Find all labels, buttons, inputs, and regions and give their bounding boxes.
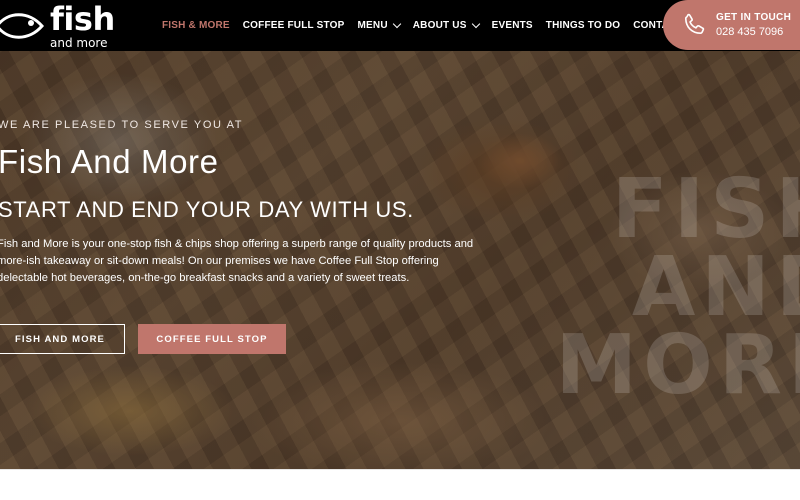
site-logo[interactable]: fish and more — [0, 0, 115, 50]
page-content-start — [0, 469, 800, 500]
nav-item-things-to-do[interactable]: THINGS TO DO — [546, 20, 620, 31]
hero-section: FISH AND MORE WE ARE PLEASED TO SERVE YO… — [0, 51, 800, 469]
nav-item-label: FISH & MORE — [162, 20, 230, 31]
section-divider — [0, 469, 800, 470]
coffee-full-stop-button[interactable]: COFFEE FULL STOP — [138, 324, 286, 354]
watermark-line: FISH — [611, 162, 800, 257]
nav-item-events[interactable]: EVENTS — [492, 20, 533, 31]
logo-wordmark: fish — [50, 0, 115, 38]
main-nav: FISH & MORE COFFEE FULL STOP MENU ABOUT … — [162, 0, 696, 51]
logo-tagline: and more — [50, 36, 108, 50]
nav-item-label: EVENTS — [491, 20, 533, 31]
nav-item-label: ABOUT US — [412, 20, 467, 31]
get-in-touch-button[interactable]: GET IN TOUCH 028 435 7096 — [663, 0, 800, 50]
watermark-line: MORE — [555, 317, 800, 413]
chevron-down-icon — [392, 19, 401, 29]
cta-title: GET IN TOUCH — [716, 12, 792, 23]
nav-item-menu[interactable]: MENU — [357, 19, 401, 31]
hero-description: Fish and More is your one-stop fish & ch… — [0, 238, 474, 284]
phone-icon — [684, 13, 705, 35]
hero-subtitle: START AND END YOUR DAY WITH US. — [0, 197, 414, 222]
fish-and-more-button[interactable]: FISH AND MORE — [0, 324, 125, 354]
nav-item-coffee-full-stop[interactable]: COFFEE FULL STOP — [243, 20, 345, 31]
fish-logo-icon — [0, 13, 44, 39]
button-label: COFFEE FULL STOP — [156, 333, 268, 345]
hero-watermark: FISH AND MORE — [490, 162, 800, 413]
nav-item-about-us[interactable]: ABOUT US — [412, 19, 480, 31]
cta-phone-number: 028 435 7096 — [716, 26, 784, 38]
nav-item-label: MENU — [357, 20, 388, 31]
chevron-down-icon — [471, 19, 480, 29]
hero-title: Fish And More — [0, 143, 219, 180]
nav-item-label: THINGS TO DO — [545, 20, 621, 31]
hero-eyebrow: WE ARE PLEASED TO SERVE YOU AT — [0, 119, 244, 131]
site-header: fish and more FISH & MORE COFFEE FULL ST… — [0, 0, 800, 51]
watermark-line: AND — [631, 239, 800, 335]
button-label: FISH AND MORE — [15, 333, 105, 345]
nav-item-label: COFFEE FULL STOP — [242, 20, 345, 31]
nav-item-fish-and-more[interactable]: FISH & MORE — [162, 20, 230, 31]
